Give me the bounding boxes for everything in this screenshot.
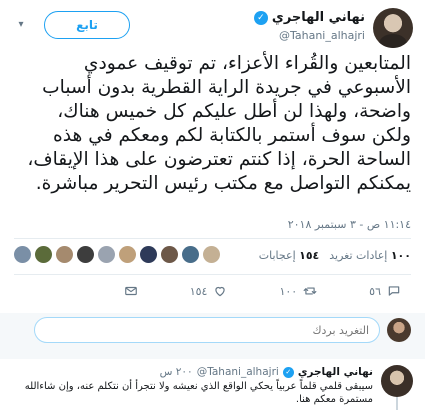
tweet-actions: ٥٦ ١٠٠ ١٥٤ <box>124 284 401 298</box>
author-name-row: نهاني الهاجري ✓ <box>253 10 365 25</box>
author-handle[interactable]: @Tahani_alhajri <box>279 29 365 42</box>
reply-author-name[interactable]: نهاني الهاجري <box>298 366 373 378</box>
tweet-text: المتابعين والقُراء الأعزاء، تم توقيف عمو… <box>27 53 411 194</box>
verified-icon: ✓ <box>253 10 268 25</box>
reply-author-handle[interactable]: @Tahani_alhajri <box>197 366 279 378</box>
reply-tweet-text: سيبقى قلمي قلماً عربياً يحكي الواقع الذي… <box>24 381 373 405</box>
liker-avatar[interactable] <box>161 246 178 263</box>
likers-avatars <box>14 246 220 263</box>
retweet-count: ١٠٠ <box>279 284 298 298</box>
dm-action[interactable] <box>124 284 138 298</box>
reply-time[interactable]: ٢٠٠ س <box>160 366 193 378</box>
likes-stat[interactable]: ١٥٤ إعجابات <box>259 249 320 262</box>
verified-icon: ✓ <box>282 366 294 378</box>
liker-avatar[interactable] <box>119 246 136 263</box>
reply-author-avatar[interactable] <box>381 365 413 397</box>
mail-icon <box>124 286 137 296</box>
liker-avatar[interactable] <box>35 246 52 263</box>
reply-count: ٥٦ <box>369 284 381 298</box>
reply-icon <box>388 286 400 296</box>
follow-button[interactable]: تابع <box>44 11 130 39</box>
divider <box>14 274 411 275</box>
author-name[interactable]: نهاني الهاجري <box>272 10 365 25</box>
retweet-icon <box>303 287 317 295</box>
like-action[interactable]: ١٥٤ <box>190 284 228 298</box>
current-user-avatar <box>387 318 411 342</box>
reply-action[interactable]: ٥٦ <box>369 284 401 298</box>
retweets-count: ١٠٠ <box>390 249 411 262</box>
chevron-down-icon[interactable]: ▾ <box>14 18 28 32</box>
tweet-stats: ١٠٠ إعادات تغريد ١٥٤ إعجابات <box>259 249 411 262</box>
like-count: ١٥٤ <box>189 284 208 298</box>
liker-avatar[interactable] <box>182 246 199 263</box>
heart-icon <box>215 286 226 297</box>
likes-label: إعجابات <box>258 249 296 262</box>
tweet-timestamp[interactable]: ١١:١٤ ص - ٣ سبتمبر ٢٠١٨ <box>288 218 411 231</box>
liker-avatar[interactable] <box>77 246 94 263</box>
liker-avatar[interactable] <box>140 246 157 263</box>
reply-input[interactable] <box>34 317 380 343</box>
retweets-stat[interactable]: ١٠٠ إعادات تغريد <box>329 249 411 262</box>
liker-avatar[interactable] <box>203 246 220 263</box>
thread-line <box>396 397 398 410</box>
likes-count: ١٥٤ <box>299 249 320 262</box>
divider <box>14 238 411 239</box>
author-avatar[interactable] <box>373 8 413 48</box>
reply-tweet-header: نهاني الهاجري ✓ @Tahani_alhajri ٢٠٠ س <box>160 366 373 378</box>
liker-avatar[interactable] <box>98 246 115 263</box>
retweets-label: إعادات تغريد <box>329 249 388 262</box>
liker-avatar[interactable] <box>14 246 31 263</box>
retweet-action[interactable]: ١٠٠ <box>279 284 317 298</box>
tweet-card: نهاني الهاجري ✓ @Tahani_alhajri تابع ▾ ا… <box>0 0 425 410</box>
liker-avatar[interactable] <box>56 246 73 263</box>
